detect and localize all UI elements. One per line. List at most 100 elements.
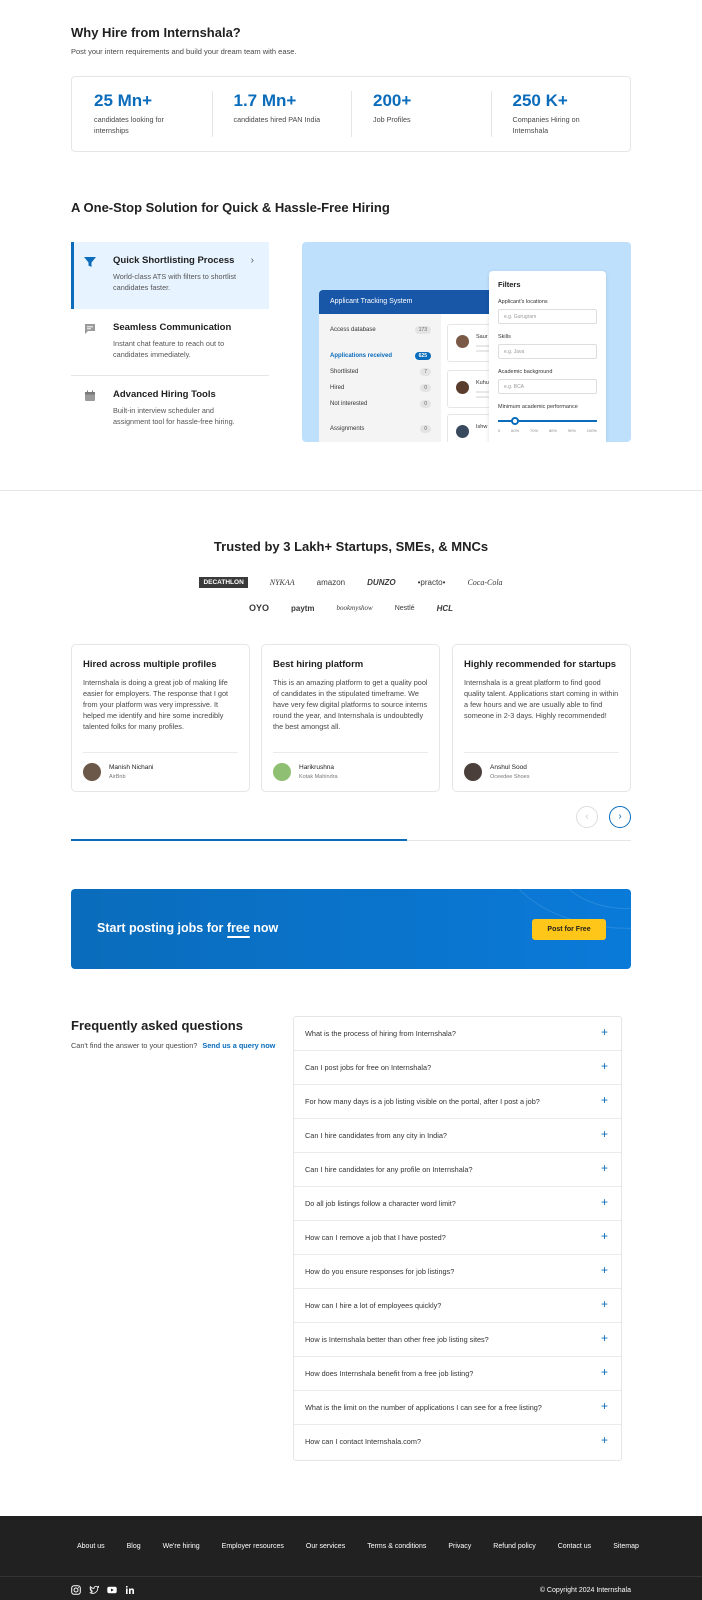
- footer-link[interactable]: We're hiring: [163, 1543, 200, 1550]
- ats-row-count: 0: [420, 425, 431, 433]
- footer-link[interactable]: Terms & conditions: [367, 1543, 426, 1550]
- feature-quick-shortlisting[interactable]: Quick Shortlisting Process World-class A…: [71, 242, 269, 309]
- ats-row-label: Assignments: [330, 426, 365, 432]
- plus-icon[interactable]: +: [601, 1331, 608, 1345]
- footer-link[interactable]: Employer resources: [222, 1543, 284, 1550]
- footer-links: About us Blog We're hiring Employer resourc…: [77, 1543, 661, 1550]
- why-hire-subtitle: Post your intern requirements and build …: [71, 47, 297, 56]
- faq-item[interactable]: How can I hire a lot of employees quickl…: [294, 1289, 621, 1323]
- plus-icon[interactable]: +: [601, 1127, 608, 1141]
- faq-question: For how many days is a job listing visib…: [305, 1097, 540, 1106]
- candidate-name: Ishw: [476, 424, 488, 430]
- faq-question: Can I post jobs for free on Internshala?: [305, 1063, 432, 1072]
- chat-icon: [85, 324, 95, 334]
- faq-item[interactable]: How can I contact Internshala.com? +: [294, 1425, 621, 1459]
- faq-subtitle: Can't find the answer to your question? …: [71, 1041, 275, 1050]
- instagram-icon[interactable]: [71, 1585, 81, 1595]
- trusted-title: Trusted by 3 Lakh+ Startups, SMEs, & MNC…: [213, 539, 489, 554]
- plus-icon[interactable]: +: [601, 1025, 608, 1039]
- send-query-link[interactable]: Send us a query now: [202, 1041, 275, 1050]
- faq-question: Can I hire candidates from any city in I…: [305, 1131, 447, 1140]
- filter-input: e.g. Gurugram: [498, 309, 597, 324]
- twitter-icon[interactable]: [89, 1585, 99, 1595]
- avatar: [456, 425, 469, 438]
- plus-icon[interactable]: +: [601, 1399, 608, 1413]
- plus-icon[interactable]: +: [601, 1297, 608, 1311]
- post-for-free-button[interactable]: Post for Free: [532, 919, 606, 940]
- filter-icon: [84, 257, 96, 267]
- logo-decathlon: DECATHLON: [199, 577, 248, 588]
- cta-banner: Start posting jobs for free now Post for…: [71, 889, 631, 969]
- plus-icon[interactable]: +: [601, 1195, 608, 1209]
- filter-label: Minimum academic performance: [498, 404, 578, 410]
- feature-title: Seamless Communication: [113, 322, 232, 333]
- plus-icon[interactable]: +: [601, 1229, 608, 1243]
- footer-link[interactable]: Contact us: [558, 1543, 591, 1550]
- youtube-icon[interactable]: [107, 1585, 117, 1595]
- ats-row: Assignments 0: [330, 421, 431, 437]
- plus-icon[interactable]: +: [601, 1263, 608, 1277]
- carousel-next-button[interactable]: ›: [609, 806, 631, 828]
- ats-row-label: Not interested: [330, 401, 368, 407]
- faq-subtitle-text: Can't find the answer to your question?: [71, 1041, 198, 1050]
- plus-icon[interactable]: +: [601, 1365, 608, 1379]
- testimonial-body: Internshala is doing a great job of maki…: [83, 678, 229, 731]
- faq-item[interactable]: How is Internshala better than other fre…: [294, 1323, 621, 1357]
- faq-item[interactable]: What is the limit on the number of appli…: [294, 1391, 621, 1425]
- slider-tick: 90%: [567, 428, 576, 433]
- why-hire-title: Why Hire from Internshala?: [71, 25, 241, 40]
- slider-tick: 100%: [586, 428, 597, 433]
- footer-link[interactable]: Blog: [127, 1543, 141, 1550]
- footer-link[interactable]: Refund policy: [493, 1543, 535, 1550]
- logo-coca-cola: Coca-Cola: [467, 578, 503, 587]
- faq-item[interactable]: What is the process of hiring from Inter…: [294, 1017, 621, 1051]
- logo-practo: •practo•: [417, 578, 446, 587]
- feature-desc: Built-in interview scheduler and assignm…: [113, 406, 235, 426]
- testimonial-author: Harikrushna Kotak Mahindra: [273, 752, 428, 781]
- stat-profiles: 200+ Job Profiles: [351, 91, 491, 151]
- plus-icon[interactable]: +: [601, 1433, 608, 1447]
- footer-link[interactable]: Sitemap: [613, 1543, 639, 1550]
- faq-item[interactable]: Do all job listings follow a character w…: [294, 1187, 621, 1221]
- author-org: AirBnb: [109, 774, 126, 780]
- ats-row-count: 0: [420, 400, 431, 408]
- linkedin-icon[interactable]: [125, 1585, 135, 1595]
- avatar: [464, 763, 482, 781]
- feature-seamless-communication[interactable]: Seamless Communication Instant chat feat…: [71, 309, 269, 376]
- faq-item[interactable]: Can I post jobs for free on Internshala?…: [294, 1051, 621, 1085]
- plus-icon[interactable]: +: [601, 1093, 608, 1107]
- footer-divider: [0, 1576, 702, 1577]
- stat-hired: 1.7 Mn+ candidates hired PAN India: [211, 91, 352, 151]
- footer-link[interactable]: Privacy: [448, 1543, 471, 1550]
- footer-link[interactable]: About us: [77, 1543, 105, 1550]
- ats-illustration: Applicant Tracking System Access databas…: [302, 242, 631, 442]
- carousel-prev-button[interactable]: ‹: [576, 806, 598, 828]
- section-divider: [0, 490, 702, 491]
- faq-item[interactable]: Can I hire candidates from any city in I…: [294, 1119, 621, 1153]
- logo-row: OYO paytm bookmyshow Nestlé HCL: [0, 603, 702, 613]
- footer-link[interactable]: Our services: [306, 1543, 345, 1550]
- faq-title: Frequently asked questions: [71, 1018, 243, 1033]
- testimonial-card: Best hiring platform This is an amazing …: [261, 644, 440, 792]
- faq-item[interactable]: How does Internshala benefit from a free…: [294, 1357, 621, 1391]
- faq-item[interactable]: How can I remove a job that I have poste…: [294, 1221, 621, 1255]
- plus-icon[interactable]: +: [601, 1059, 608, 1073]
- stat-label: candidates looking for internships: [94, 115, 164, 135]
- cta-text-part: Start posting jobs for: [97, 921, 227, 935]
- faq-question: How do you ensure responses for job list…: [305, 1267, 455, 1276]
- logo-nykaa: NYKAA: [269, 578, 295, 587]
- testimonial-title: Highly recommended for startups: [464, 659, 617, 670]
- logo-dunzo: DUNZO: [367, 578, 396, 587]
- faq-item[interactable]: Can I hire candidates for any profile on…: [294, 1153, 621, 1187]
- testimonial-body: This is an amazing platform to get a qua…: [273, 678, 428, 731]
- faq-item[interactable]: For how many days is a job listing visib…: [294, 1085, 621, 1119]
- feature-advanced-tools[interactable]: Advanced Hiring Tools Built-in interview…: [71, 376, 269, 443]
- ats-row: Hired 0: [330, 380, 431, 396]
- ats-row-count: 625: [414, 352, 431, 360]
- logo-bookmyshow: bookmyshow: [336, 604, 373, 612]
- ats-row-label: Access database: [330, 327, 376, 333]
- plus-icon[interactable]: +: [601, 1161, 608, 1175]
- author-name: Harikrushna: [299, 764, 335, 771]
- faq-item[interactable]: How do you ensure responses for job list…: [294, 1255, 621, 1289]
- author-org: Kotak Mahindra: [299, 774, 338, 780]
